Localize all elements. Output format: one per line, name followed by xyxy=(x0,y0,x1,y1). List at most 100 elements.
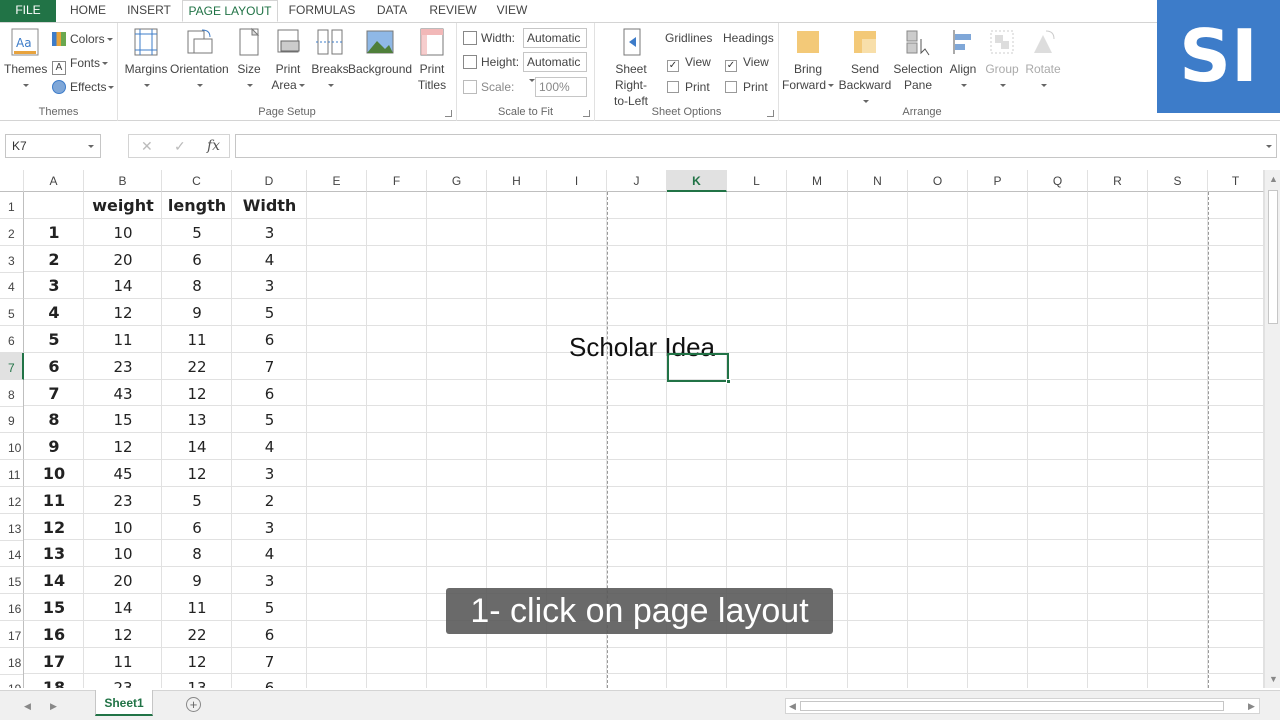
column-header-f[interactable]: F xyxy=(367,170,427,192)
row-header-15[interactable]: 15 xyxy=(0,567,24,595)
column-header-k[interactable]: K xyxy=(667,170,727,192)
effects-button[interactable]: Effects xyxy=(52,77,115,97)
data-cell[interactable]: 43 xyxy=(84,381,162,408)
data-cell[interactable]: 3 xyxy=(232,461,307,488)
data-cell[interactable]: 11 xyxy=(162,595,232,622)
column-header-o[interactable]: O xyxy=(908,170,968,192)
row-index-cell[interactable]: 8 xyxy=(24,407,84,434)
tab-page-layout[interactable]: PAGE LAYOUT xyxy=(182,0,278,22)
scale-to-fit-launcher-icon[interactable] xyxy=(583,110,590,117)
data-cell[interactable]: 9 xyxy=(162,300,232,327)
send-backward-button[interactable]: Send Backward xyxy=(837,27,893,109)
data-cell[interactable]: 20 xyxy=(84,568,162,595)
data-cell[interactable]: 7 xyxy=(232,649,307,676)
row-header-14[interactable]: 14 xyxy=(0,540,24,568)
data-cell[interactable]: 5 xyxy=(162,488,232,515)
row-header-1[interactable]: 1 xyxy=(0,192,24,219)
sheet-right-to-left-button[interactable]: Sheet Right- to-Left xyxy=(599,27,663,109)
data-cell[interactable]: 22 xyxy=(162,354,232,381)
column-header-h[interactable]: H xyxy=(487,170,547,192)
data-cell[interactable]: 10 xyxy=(84,220,162,247)
row-index-cell[interactable]: 7 xyxy=(24,381,84,408)
row-index-cell[interactable]: 2 xyxy=(24,247,84,274)
data-cell[interactable]: 14 xyxy=(84,273,162,300)
data-cell[interactable]: 6 xyxy=(232,622,307,649)
gridlines-print-checkbox[interactable]: Print xyxy=(667,77,710,97)
row-header-16[interactable]: 16 xyxy=(0,594,24,621)
row-index-cell[interactable]: 5 xyxy=(24,327,84,354)
themes-button[interactable]: Aa Themes xyxy=(4,27,47,93)
row-header-12[interactable]: 12 xyxy=(0,486,24,514)
data-cell[interactable]: 10 xyxy=(84,515,162,542)
row-index-cell[interactable]: 9 xyxy=(24,434,84,461)
data-cell[interactable]: 6 xyxy=(232,381,307,408)
data-cell[interactable]: 5 xyxy=(232,407,307,434)
column-header-e[interactable]: E xyxy=(307,170,367,192)
size-button[interactable]: Size xyxy=(232,27,266,93)
data-cell[interactable]: 12 xyxy=(84,300,162,327)
data-cell[interactable]: 5 xyxy=(232,300,307,327)
data-cell[interactable]: 13 xyxy=(162,675,232,688)
column-header-s[interactable]: S xyxy=(1148,170,1208,192)
orientation-button[interactable]: Orientation xyxy=(170,27,229,93)
column-header-p[interactable]: P xyxy=(968,170,1028,192)
page-setup-launcher-icon[interactable] xyxy=(445,110,452,117)
scroll-right-icon[interactable]: ▶ xyxy=(1248,701,1255,712)
column-header-j[interactable]: J xyxy=(607,170,667,192)
tab-view[interactable]: VIEW xyxy=(488,0,536,22)
fill-handle[interactable] xyxy=(726,379,731,384)
data-cell[interactable]: 7 xyxy=(232,354,307,381)
tab-data[interactable]: DATA xyxy=(366,0,418,22)
data-cell[interactable]: 3 xyxy=(232,220,307,247)
data-cell[interactable]: 4 xyxy=(232,247,307,274)
data-cell[interactable]: 12 xyxy=(84,434,162,461)
formula-input[interactable] xyxy=(235,134,1277,158)
name-box[interactable]: K7 xyxy=(5,134,101,158)
fonts-button[interactable]: A Fonts xyxy=(52,53,109,75)
prev-sheet-icon[interactable]: ◀ xyxy=(24,701,31,712)
data-cell[interactable]: 14 xyxy=(84,595,162,622)
column-title-cell[interactable]: Width xyxy=(232,193,307,220)
scale-stepper[interactable]: 100% xyxy=(535,77,587,97)
data-cell[interactable]: 8 xyxy=(162,273,232,300)
row-header-11[interactable]: 11 xyxy=(0,460,24,487)
row-header-5[interactable]: 5 xyxy=(0,299,24,327)
data-cell[interactable]: 23 xyxy=(84,675,162,688)
data-cell[interactable]: 6 xyxy=(162,247,232,274)
row-header-9[interactable]: 9 xyxy=(0,406,24,434)
data-cell[interactable]: 4 xyxy=(232,434,307,461)
row-header-4[interactable]: 4 xyxy=(0,272,24,300)
column-header-t[interactable]: T xyxy=(1208,170,1264,192)
row-index-cell[interactable]: 18 xyxy=(24,675,84,688)
column-header-d[interactable]: D xyxy=(232,170,307,192)
column-title-cell[interactable]: weight xyxy=(84,193,162,220)
enter-icon[interactable]: ✓ xyxy=(174,138,186,155)
row-header-19[interactable]: 19 xyxy=(0,674,24,688)
data-cell[interactable]: 45 xyxy=(84,461,162,488)
row-index-cell[interactable]: 4 xyxy=(24,300,84,327)
tab-formulas[interactable]: FORMULAS xyxy=(284,0,360,22)
horizontal-scrollbar[interactable]: ◀ ▶ xyxy=(785,698,1260,714)
row-header-3[interactable]: 3 xyxy=(0,245,24,273)
column-header-l[interactable]: L xyxy=(727,170,787,192)
align-button[interactable]: Align xyxy=(945,27,981,93)
row-header-2[interactable]: 2 xyxy=(0,218,24,246)
data-cell[interactable]: 8 xyxy=(162,541,232,568)
data-cell[interactable]: 20 xyxy=(84,247,162,274)
selection-pane-button[interactable]: Selection Pane xyxy=(893,27,943,93)
column-title-cell[interactable]: length xyxy=(162,193,232,220)
data-cell[interactable]: 6 xyxy=(162,515,232,542)
gridlines-view-checkbox[interactable]: ✓ View xyxy=(667,52,711,72)
data-cell[interactable]: 12 xyxy=(162,461,232,488)
scroll-up-icon[interactable]: ▲ xyxy=(1269,174,1278,184)
vertical-scroll-thumb[interactable] xyxy=(1268,190,1278,324)
data-cell[interactable]: 5 xyxy=(232,595,307,622)
breaks-button[interactable]: Breaks xyxy=(310,27,350,93)
row-index-cell[interactable]: 16 xyxy=(24,622,84,649)
group-button[interactable]: Group xyxy=(983,27,1021,93)
data-cell[interactable]: 12 xyxy=(162,649,232,676)
row-index-cell[interactable]: 17 xyxy=(24,649,84,676)
next-sheet-icon[interactable]: ▶ xyxy=(50,701,57,712)
column-header-m[interactable]: M xyxy=(787,170,848,192)
row-header-7[interactable]: 7 xyxy=(0,352,24,380)
